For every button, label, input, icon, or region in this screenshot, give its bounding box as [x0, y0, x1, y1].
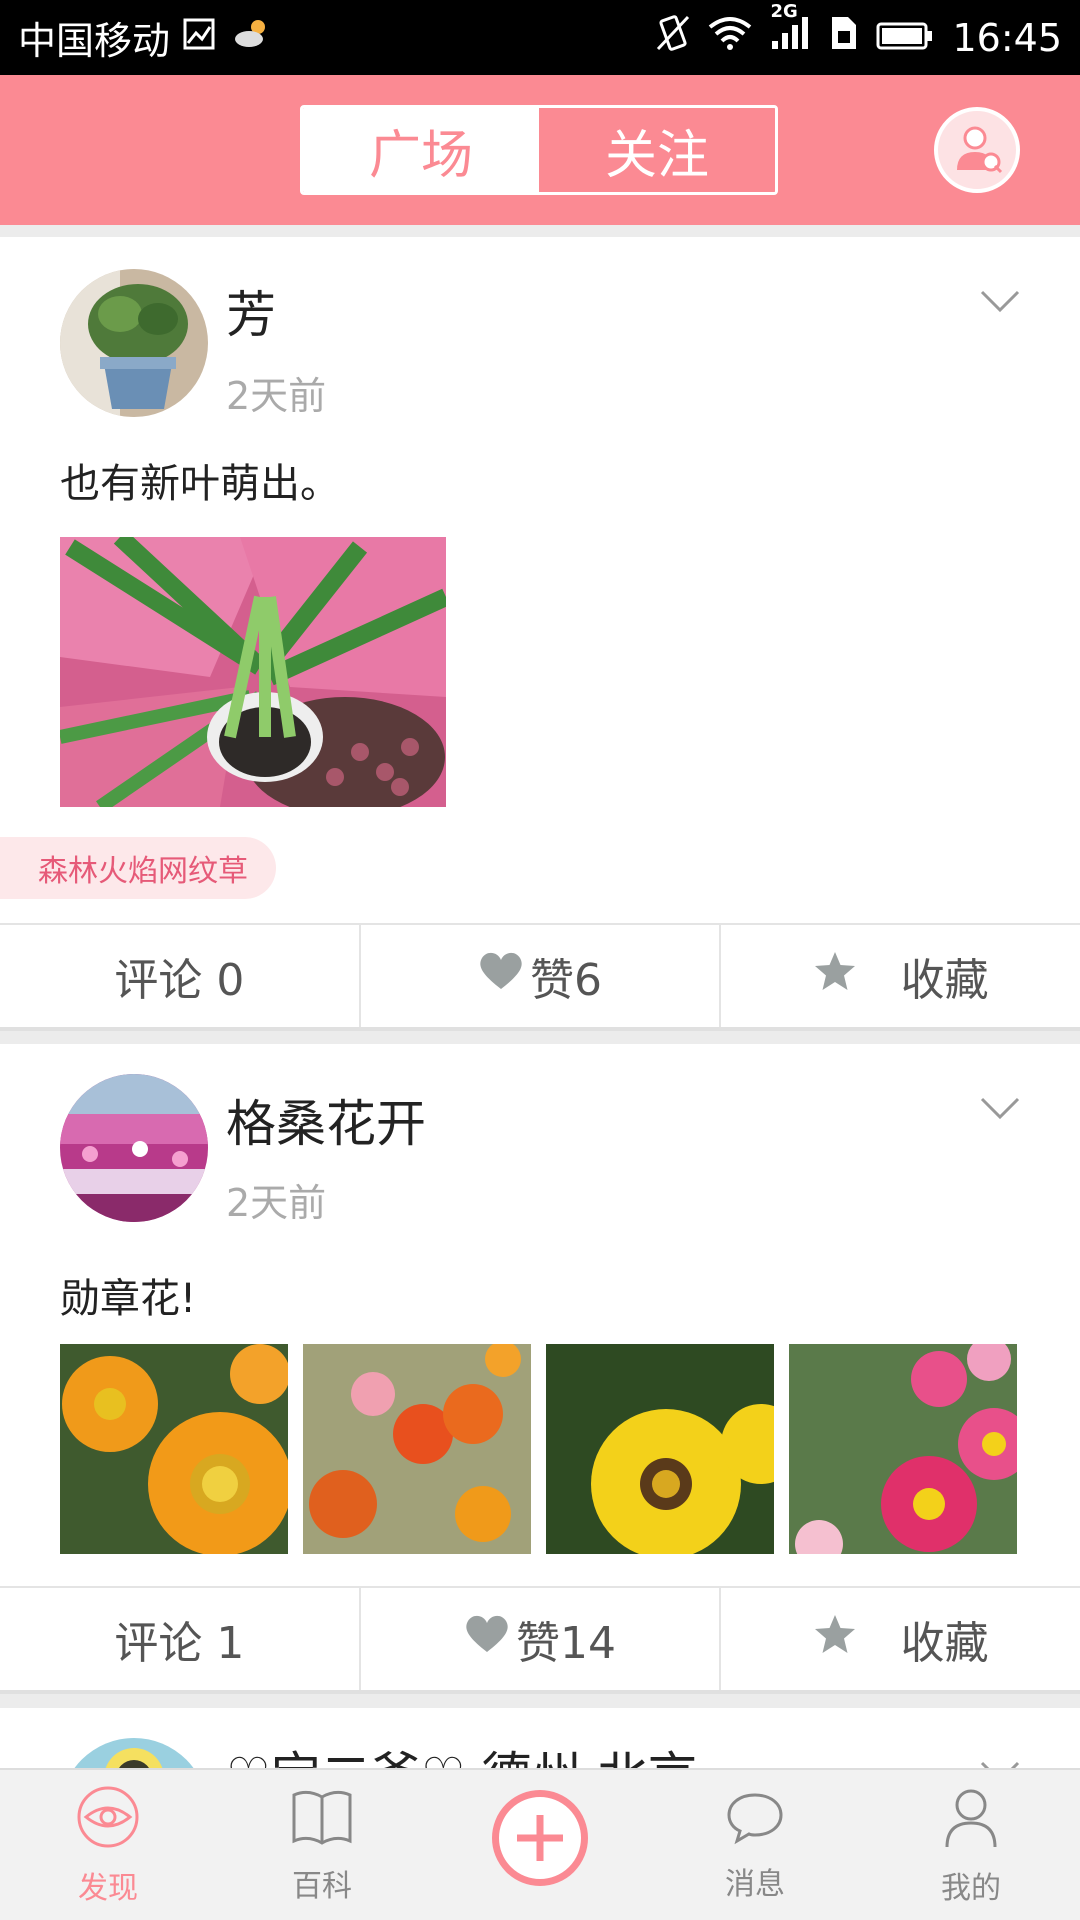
post-image[interactable] [60, 1344, 288, 1554]
weather-icon [232, 15, 272, 60]
comment-count: 评论 0 [114, 955, 245, 1006]
post-actions: 评论 1 赞14 收藏 [0, 1586, 1080, 1694]
like-button[interactable]: 赞14 [361, 1588, 722, 1690]
tab-following[interactable]: 关注 [539, 108, 775, 192]
bottom-nav: 发现 百科 消息 我的 [0, 1768, 1080, 1920]
nav-encyclopedia[interactable]: 百科 [272, 1770, 372, 1920]
nav-label: 发现 [78, 1871, 138, 1906]
post-image[interactable] [303, 1344, 531, 1554]
avatar[interactable] [60, 1074, 208, 1222]
like-count: 赞14 [516, 1618, 616, 1669]
favorite-button[interactable]: 收藏 [721, 925, 1080, 1027]
post-text: 勋章花! [60, 1276, 197, 1322]
heart-icon [478, 951, 530, 1002]
avatar[interactable] [60, 269, 208, 417]
post-author[interactable]: 格桑花开 [226, 1084, 426, 1156]
user-search-button[interactable] [934, 107, 1020, 193]
like-button[interactable]: 赞6 [361, 925, 722, 1027]
feed-tab-switcher: 广场 关注 [300, 105, 778, 195]
nav-messages[interactable]: 消息 [705, 1770, 805, 1920]
create-post-button[interactable] [492, 1790, 588, 1886]
like-count: 赞6 [530, 955, 602, 1006]
chat-bubble-icon [725, 1789, 785, 1853]
comment-button[interactable]: 评论 1 [0, 1588, 361, 1690]
comment-count: 评论 1 [114, 1618, 245, 1669]
comment-button[interactable]: 评论 0 [0, 925, 361, 1027]
plant-tag[interactable]: 森林火焰网纹草 [0, 837, 276, 899]
clock: 16:45 [952, 15, 1062, 60]
chevron-down-icon[interactable] [980, 289, 1020, 313]
app-header: 广场 关注 [0, 75, 1080, 225]
tab-square[interactable]: 广场 [303, 108, 539, 192]
favorite-label: 收藏 [900, 1618, 989, 1669]
post-author[interactable]: 芳 [226, 275, 276, 347]
status-bar: 中国移动 2G 16:45 [0, 0, 1080, 75]
person-icon [941, 1785, 1001, 1857]
post-time: 2天前 [226, 1181, 327, 1225]
sim-icon [828, 15, 858, 60]
nav-label: 我的 [941, 1871, 1001, 1906]
post-time: 2天前 [226, 374, 327, 418]
battery-icon [876, 16, 934, 60]
nav-me[interactable]: 我的 [921, 1770, 1021, 1920]
nav-label: 消息 [725, 1867, 785, 1902]
heart-icon [464, 1614, 516, 1665]
favorite-button[interactable]: 收藏 [721, 1588, 1080, 1690]
chevron-down-icon[interactable] [980, 1760, 1020, 1768]
screenshot-icon [182, 16, 216, 60]
post-card: 格桑花开 2天前 勋章花! 评论 1 赞14 收藏 [0, 1044, 1080, 1694]
vibrate-icon [656, 13, 690, 62]
post-card: 芳 2天前 也有新叶萌出。 森林火焰网纹草 评论 0 赞6 收藏 [0, 237, 1080, 1031]
book-icon [290, 1787, 354, 1855]
nav-discover[interactable]: 发现 [58, 1770, 158, 1920]
post-actions: 评论 0 赞6 收藏 [0, 923, 1080, 1031]
post-author[interactable]: ♡宝二爷♡ 德州 北京 [226, 1736, 697, 1768]
eye-icon [76, 1785, 140, 1857]
star-icon [813, 950, 863, 1003]
network-type: 2G [770, 1, 798, 22]
carrier-name: 中国移动 [18, 19, 171, 63]
signal-icon: 2G [770, 1, 810, 60]
wifi-icon [708, 15, 752, 60]
chevron-down-icon[interactable] [980, 1096, 1020, 1120]
plus-icon [499, 1797, 581, 1879]
user-search-icon [949, 120, 1005, 180]
post-image[interactable] [546, 1344, 774, 1554]
favorite-label: 收藏 [900, 955, 989, 1006]
post-image[interactable] [789, 1344, 1017, 1554]
post-card: ♡宝二爷♡ 德州 北京 [0, 1708, 1080, 1768]
star-icon [813, 1613, 863, 1666]
post-text: 也有新叶萌出。 [60, 461, 340, 507]
post-image[interactable] [60, 537, 446, 807]
avatar[interactable] [60, 1738, 208, 1768]
nav-label: 百科 [292, 1869, 352, 1904]
